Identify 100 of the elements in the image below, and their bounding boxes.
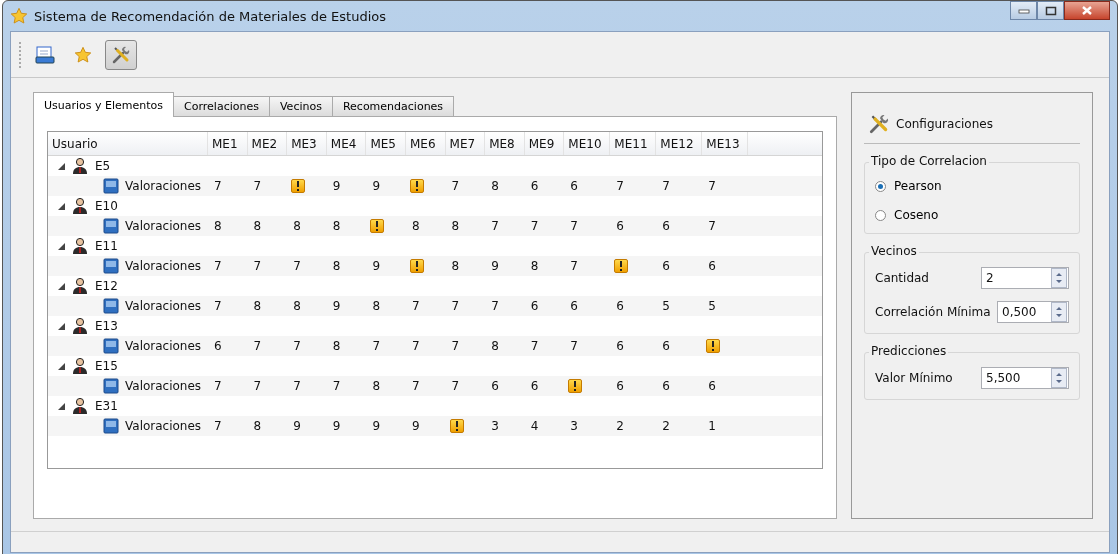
ratings-label[interactable]: Valoraciones	[125, 259, 202, 273]
minimize-icon	[1017, 7, 1030, 14]
ratings-label[interactable]: Valoraciones	[125, 219, 202, 233]
rating-cell-text: 6	[615, 379, 625, 393]
spin-arrows-icon[interactable]	[1051, 268, 1067, 288]
rating-cell-text: 7	[213, 179, 223, 193]
column-header[interactable]: ME12	[660, 136, 694, 151]
rating-cell-text: 8	[331, 259, 342, 273]
user-label[interactable]: E13	[95, 319, 118, 333]
tab[interactable]: Correlaciones	[173, 96, 270, 116]
column-header[interactable]: ME11	[614, 136, 648, 151]
field-label: Valor Mínimo	[875, 371, 953, 385]
radio-button[interactable]: Pearson	[875, 173, 1069, 194]
ratings-label[interactable]: Valoraciones	[125, 419, 202, 433]
column-header[interactable]: ME6	[409, 136, 436, 151]
column-header[interactable]: Usuario	[52, 136, 98, 151]
rating-cell-text: 8	[252, 419, 263, 433]
rating-cell-text: 7	[450, 299, 461, 313]
user-label[interactable]: E10	[95, 199, 118, 213]
rating-cell-text: 8	[292, 299, 302, 313]
rating-cell-text: 7	[569, 259, 579, 273]
expand-arrow-icon[interactable]	[58, 242, 65, 250]
expand-arrow-icon[interactable]	[58, 282, 65, 290]
app-star-icon	[10, 7, 28, 25]
ratings-label[interactable]: Valoraciones	[125, 179, 202, 193]
number-spinbox[interactable]: 5,500	[981, 367, 1069, 389]
close-button[interactable]	[1064, 1, 1110, 20]
rating-cell-text: 6	[615, 339, 625, 353]
rating-cell-text: 6	[615, 219, 625, 233]
column-header[interactable]: ME7	[449, 136, 476, 151]
tab[interactable]: Usuarios y Elementos	[33, 92, 175, 117]
tab[interactable]: Recomendaciones	[331, 96, 455, 116]
book-icon	[103, 298, 119, 314]
rating-cell-text: 6	[490, 379, 500, 393]
column-header[interactable]: ME10	[568, 136, 602, 151]
rating-cell-text: 8	[252, 299, 263, 313]
rating-cell-text: 7	[707, 179, 717, 193]
rating-cell-text: 1	[707, 419, 717, 433]
column-header[interactable]: ME13	[706, 136, 740, 151]
column-header[interactable]: ME1	[212, 136, 238, 151]
book-icon	[103, 218, 119, 234]
book-icon	[103, 378, 119, 394]
rating-cell-text: 7	[661, 179, 671, 193]
close-icon	[1081, 5, 1093, 16]
user-label[interactable]: E15	[95, 359, 118, 373]
rating-cell-text: 8	[450, 259, 461, 273]
rating-cell-text: 7	[213, 379, 223, 393]
rating-cell-text: 8	[490, 339, 500, 353]
warning-icon	[706, 339, 721, 353]
book-icon	[103, 258, 119, 274]
maximize-button[interactable]	[1037, 1, 1064, 20]
tab[interactable]: Vecinos	[268, 96, 333, 116]
group-title: Vecinos	[869, 244, 919, 258]
column-header[interactable]: ME4	[330, 136, 357, 151]
group-title: Predicciones	[869, 344, 949, 358]
column-header[interactable]: ME8	[489, 136, 515, 151]
warning-icon	[449, 419, 464, 433]
radio-button[interactable]: Coseno	[875, 202, 1069, 223]
rating-cell-text: 6	[213, 339, 223, 353]
rating-cell-text: 6	[529, 299, 540, 313]
ratings-label[interactable]: Valoraciones	[125, 299, 202, 313]
rating-cell-text: 8	[529, 259, 540, 273]
rating-cell-text: 7	[529, 339, 540, 353]
rating-cell-text: 9	[371, 419, 381, 433]
column-header[interactable]: ME9	[528, 136, 555, 151]
panel-title: Configuraciones	[896, 117, 993, 131]
ratings-label[interactable]: Valoraciones	[125, 339, 202, 353]
toolbar-button[interactable]	[105, 39, 137, 70]
number-spinbox[interactable]: 2	[981, 267, 1069, 289]
warning-icon	[409, 179, 424, 193]
rating-cell-text: 7	[490, 219, 500, 233]
rating-cell-text: 8	[450, 219, 461, 233]
rating-cell-text: 7	[213, 259, 223, 273]
column-header[interactable]: ME3	[291, 136, 317, 151]
rating-cell-text: 5	[661, 299, 671, 313]
user-label[interactable]: E12	[95, 279, 118, 293]
user-label[interactable]: E5	[95, 159, 111, 173]
rating-cell-text: 7	[292, 259, 302, 273]
user-label[interactable]: E11	[95, 239, 118, 253]
expand-arrow-icon[interactable]	[58, 202, 65, 210]
maximize-icon	[1044, 5, 1057, 16]
expand-arrow-icon[interactable]	[58, 362, 65, 370]
spin-arrows-icon[interactable]	[1051, 302, 1067, 322]
user-icon	[71, 397, 89, 415]
rating-cell-text: 8	[331, 219, 342, 233]
expand-arrow-icon[interactable]	[58, 162, 65, 170]
ratings-label[interactable]: Valoraciones	[125, 379, 202, 393]
rating-cell-text: 3	[569, 419, 579, 433]
rating-cell-text: 6	[569, 179, 579, 193]
expand-arrow-icon[interactable]	[58, 322, 65, 330]
rating-cell-text: 7	[529, 219, 540, 233]
expand-arrow-icon[interactable]	[58, 402, 65, 410]
column-header[interactable]: ME2	[251, 136, 278, 151]
column-header[interactable]: ME5	[370, 136, 396, 151]
rating-cell-text: 6	[529, 179, 540, 193]
number-spinbox[interactable]: 0,500	[997, 301, 1069, 323]
user-label[interactable]: E31	[95, 399, 118, 413]
spin-arrows-icon[interactable]	[1051, 368, 1067, 388]
rating-cell-text: 7	[410, 339, 421, 353]
rating-cell-text: 2	[615, 419, 625, 433]
